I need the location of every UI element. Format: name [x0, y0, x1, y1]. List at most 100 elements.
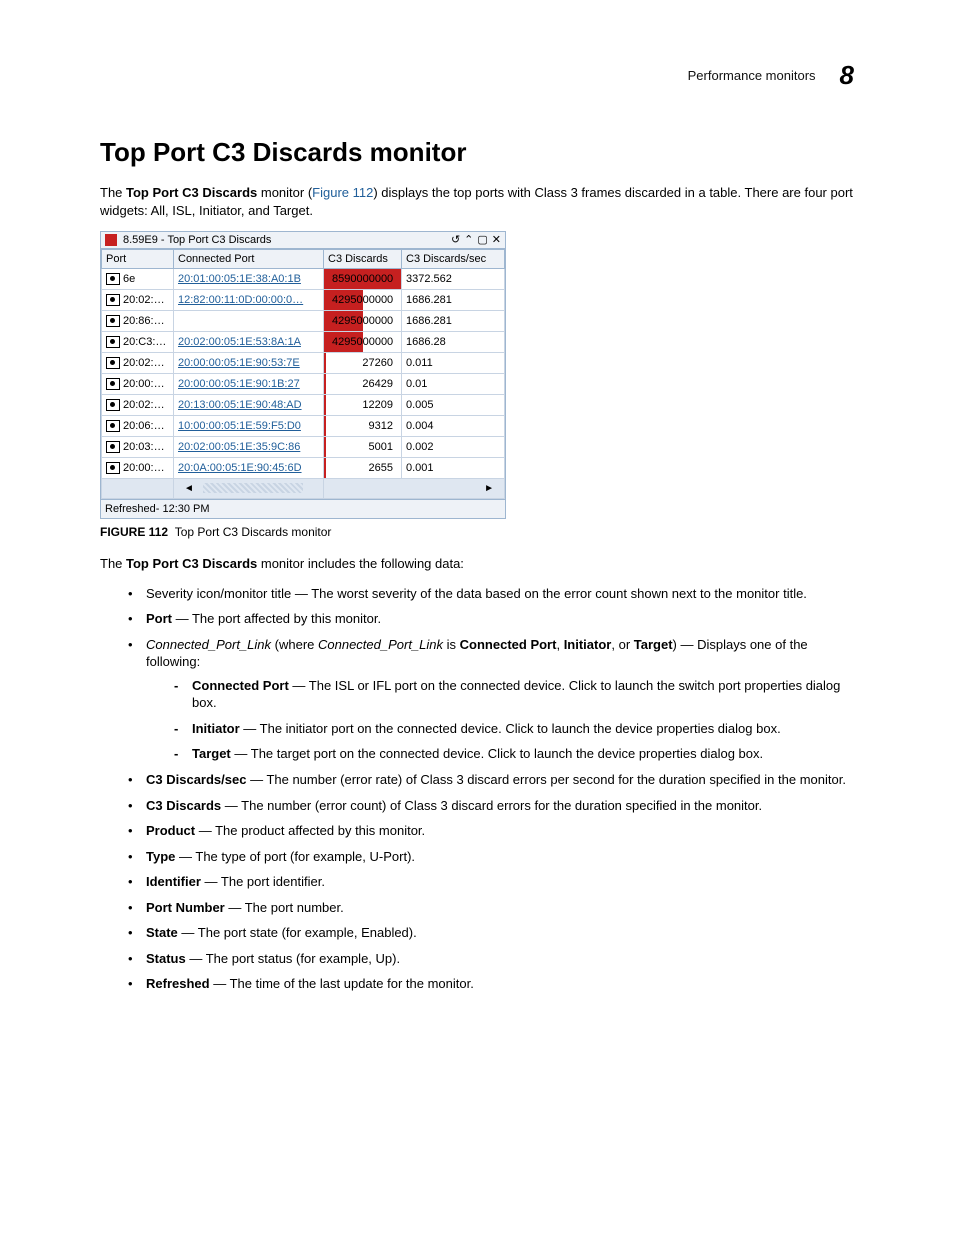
list-text: (where [271, 637, 318, 652]
table-row: 20:02:… 12:82:00:11:0D:00:00:0… 4295000000… [102, 290, 505, 311]
port-cell[interactable]: 20:03:… [102, 437, 174, 458]
list-item: Connected Port — The ISL or IFL port on … [174, 677, 854, 712]
port-cell[interactable]: 20:02:… [102, 353, 174, 374]
list-text: is [443, 637, 460, 652]
connected-port-cell: 20:02:00:05:1E:53:8A:1A [174, 332, 324, 353]
discards-bar [324, 458, 326, 478]
list-item: Port — The port affected by this monitor… [128, 610, 854, 628]
list-text: Severity icon/monitor title — The worst … [146, 586, 807, 601]
running-header: Performance monitors 8 [100, 60, 854, 91]
widget-footer: Refreshed- 12:30 PM [101, 499, 505, 518]
discards-cell: 4295000000 [324, 332, 402, 353]
maximize-icon[interactable]: ▢ [477, 235, 487, 246]
port-cell[interactable]: 6e [102, 269, 174, 290]
list-label: Identifier [146, 874, 201, 889]
rate-cell: 0.01 [402, 374, 505, 395]
table-row: 6e 20:01:00:05:1E:38:A0:1B 85900000003372.… [102, 269, 505, 290]
rate-cell: 0.005 [402, 395, 505, 416]
severity-icon [105, 234, 117, 246]
col-header-port[interactable]: Port [102, 250, 174, 269]
list-bold: Connected Port [460, 637, 557, 652]
scroll-right-icon[interactable]: ► [478, 481, 500, 496]
discards-cell: 26429 [324, 374, 402, 395]
discards-cell: 9312 [324, 416, 402, 437]
port-value: 20:03:… [123, 441, 165, 453]
table-row: 20:02:… 20:13:00:05:1E:90:48:AD 122090.005 [102, 395, 505, 416]
list-item: State — The port state (for example, Ena… [128, 924, 854, 942]
list-item: Identifier — The port identifier. [128, 873, 854, 891]
connected-port-cell: 10:00:00:05:1E:59:F5:D0 [174, 416, 324, 437]
list-text: — The time of the last update for the mo… [210, 976, 474, 991]
table-row: 20:02:… 20:00:00:05:1E:90:53:7E 27260 0.011 [102, 353, 505, 374]
list-item: C3 Discards — The number (error count) o… [128, 797, 854, 815]
connected-port-cell: 20:13:00:05:1E:90:48:AD [174, 395, 324, 416]
list-label: C3 Discards [146, 798, 221, 813]
connected-port-link[interactable]: 20:02:00:05:1E:35:9C:86 [178, 441, 300, 453]
discards-cell: 8590000000 [324, 269, 402, 290]
rate-cell: 0.002 [402, 437, 505, 458]
discards-cell: 4295000000 [324, 311, 402, 332]
list-label: Connected Port [192, 678, 289, 693]
refresh-icon[interactable]: ↺ [451, 235, 460, 246]
scroll-left-icon[interactable]: ◄ [178, 481, 200, 496]
list-label: Type [146, 849, 175, 864]
list-italic: Connected_Port_Link [318, 637, 443, 652]
port-cell[interactable]: 20:86:… [102, 311, 174, 332]
rate-cell: 1686.28 [402, 332, 505, 353]
connected-port-link[interactable]: 20:01:00:05:1E:38:A0:1B [178, 273, 301, 285]
intro-paragraph: The Top Port C3 Discards monitor (Figure… [100, 184, 854, 219]
port-icon [106, 441, 120, 453]
discards-value: 5001 [328, 439, 397, 455]
col-header-discards[interactable]: C3 Discards [324, 250, 402, 269]
dash-list: Connected Port — The ISL or IFL port on … [146, 677, 854, 763]
list-label: Target [192, 746, 231, 761]
intro-text: The [100, 185, 126, 200]
close-icon[interactable]: ✕ [492, 235, 501, 246]
scroll-track[interactable] [203, 483, 303, 493]
list-label: Product [146, 823, 195, 838]
list-text: — The target port on the connected devic… [231, 746, 763, 761]
figure-link[interactable]: Figure 112 [312, 185, 373, 200]
list-item: Target — The target port on the connecte… [174, 745, 854, 763]
rate-cell: 0.011 [402, 353, 505, 374]
connected-port-link[interactable]: 12:82:00:11:0D:00:00:0… [178, 294, 303, 306]
list-item: Type — The type of port (for example, U-… [128, 848, 854, 866]
connected-port-link[interactable]: 10:00:00:05:1E:59:F5:D0 [178, 420, 301, 432]
port-cell[interactable]: 20:00:… [102, 374, 174, 395]
rate-cell: 3372.562 [402, 269, 505, 290]
connected-port-cell: 20:0A:00:05:1E:90:45:6D [174, 458, 324, 479]
connected-port-cell: 12:82:00:11:0D:00:00:0… [174, 290, 324, 311]
col-header-rate[interactable]: C3 Discards/sec [402, 250, 505, 269]
port-icon [106, 357, 120, 369]
port-value: 20:02:… [123, 357, 165, 369]
port-cell[interactable]: 20:00:… [102, 458, 174, 479]
figure-caption-text: Top Port C3 Discards monitor [175, 525, 332, 539]
port-cell[interactable]: 20:02:… [102, 395, 174, 416]
connected-port-link[interactable]: 20:13:00:05:1E:90:48:AD [178, 399, 302, 411]
list-label: Refreshed [146, 976, 210, 991]
connected-port-link[interactable]: 20:00:00:05:1E:90:1B:27 [178, 378, 300, 390]
port-icon [106, 462, 120, 474]
discards-cell: 2655 [324, 458, 402, 479]
discards-cell: 12209 [324, 395, 402, 416]
col-header-connected[interactable]: Connected Port [174, 250, 324, 269]
port-cell[interactable]: 20:C3:… [102, 332, 174, 353]
intro-text: monitor ( [257, 185, 312, 200]
connected-port-link[interactable]: 20:00:00:05:1E:90:53:7E [178, 357, 300, 369]
lead-text: The [100, 556, 126, 571]
port-cell[interactable]: 20:06:… [102, 416, 174, 437]
discards-cell: 4295000000 [324, 290, 402, 311]
connected-port-link[interactable]: 20:02:00:05:1E:53:8A:1A [178, 336, 301, 348]
collapse-icon[interactable]: ⌃ [464, 235, 473, 246]
discards-cell: 5001 [324, 437, 402, 458]
port-value: 20:00:… [123, 378, 165, 390]
connected-port-cell: 20:00:00:05:1E:90:1B:27 [174, 374, 324, 395]
discards-value: 27260 [328, 355, 397, 371]
port-cell[interactable]: 20:02:… [102, 290, 174, 311]
port-icon [106, 336, 120, 348]
connected-port-link[interactable]: 20:0A:00:05:1E:90:45:6D [178, 462, 302, 474]
port-icon [106, 315, 120, 327]
list-text: — The port status (for example, Up). [186, 951, 400, 966]
port-icon [106, 294, 120, 306]
scroll-row: ◄ ► [102, 479, 505, 499]
